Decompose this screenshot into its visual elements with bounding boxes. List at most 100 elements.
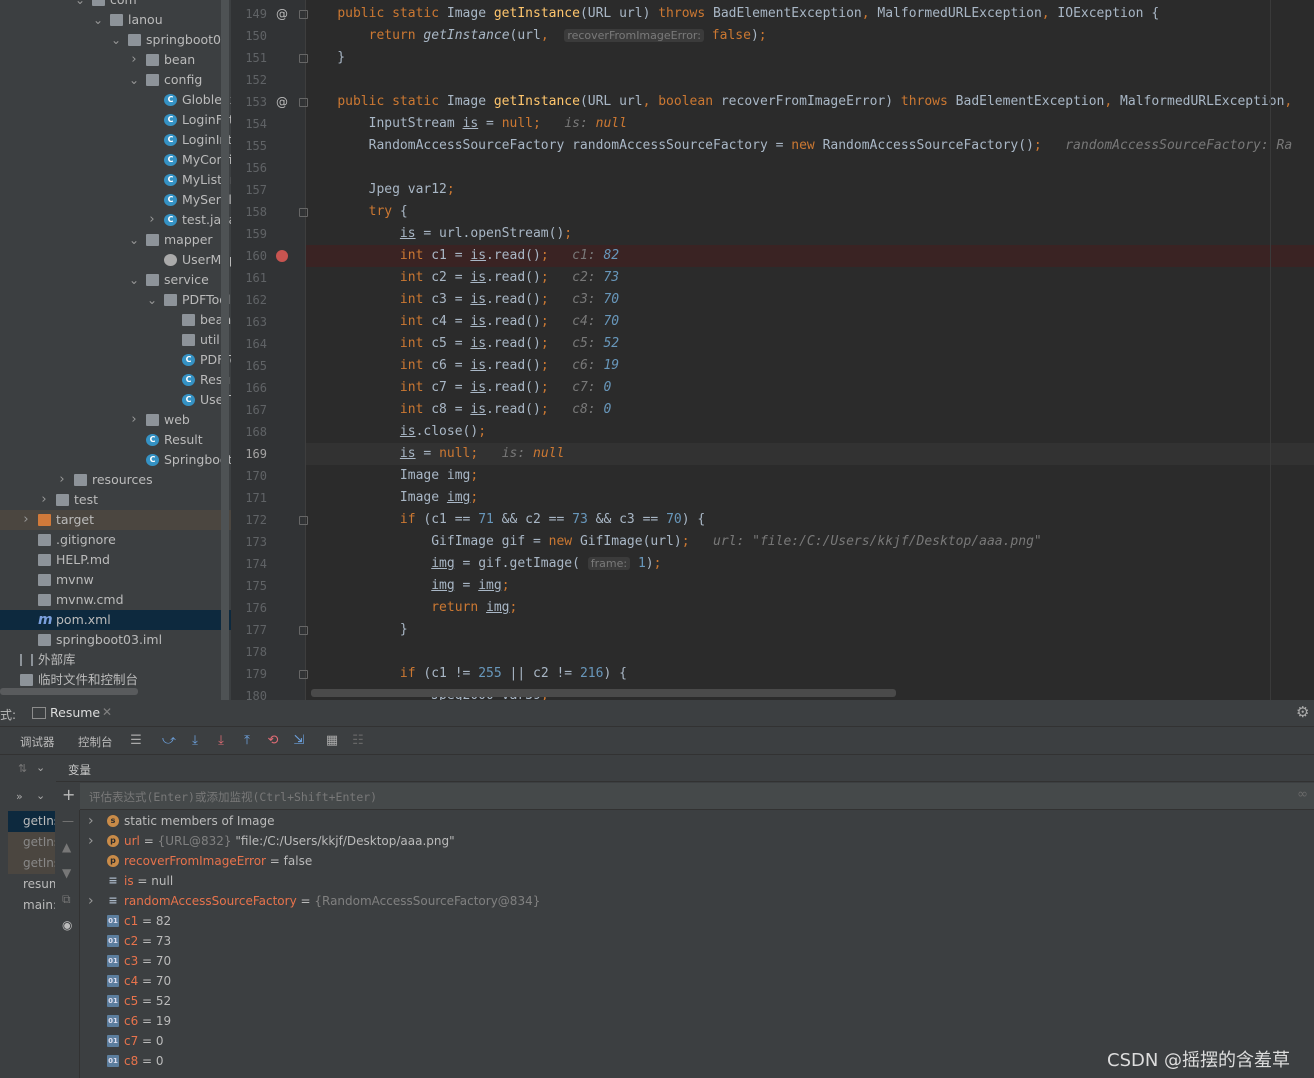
chevron-right-icon[interactable]: › [88, 811, 94, 831]
code-line[interactable] [306, 157, 1314, 179]
line-number[interactable]: 150 [231, 25, 267, 47]
editor-h-scrollbar[interactable] [311, 689, 896, 697]
override-marker-icon[interactable]: @ [275, 3, 289, 25]
close-tab-icon[interactable]: ✕ [102, 705, 112, 719]
line-number[interactable]: 167 [231, 399, 267, 421]
variable-row[interactable]: 01 c6 = 19 [80, 1011, 1314, 1031]
tree-item[interactable]: .gitignore [0, 530, 231, 550]
tree-item[interactable]: › test [0, 490, 231, 510]
tree-item[interactable]: ⌄ springboot03 [0, 30, 231, 50]
fold-marker-icon[interactable] [299, 208, 308, 217]
code-line[interactable]: int c1 = is.read(); c1: 82 [306, 245, 1314, 267]
chevron-down-icon[interactable]: ⌄ [36, 789, 45, 802]
run-to-cursor-icon[interactable]: ⇲ [291, 733, 307, 748]
tree-item[interactable]: CPDFTool [0, 350, 231, 370]
tree-item[interactable]: ⌄ service [0, 270, 231, 290]
tree-item[interactable]: ⌄ mapper [0, 230, 231, 250]
tab-debugger[interactable]: 调试器 [20, 734, 55, 750]
stack-frame[interactable]: getIns [8, 853, 55, 874]
line-number[interactable]: 156 [231, 157, 267, 179]
chevron-right-icon[interactable]: › [128, 50, 140, 70]
line-number[interactable]: 157 [231, 179, 267, 201]
tree-item[interactable]: ⌄ PDFTool [0, 290, 231, 310]
tree-item[interactable]: CMyListener [0, 170, 231, 190]
tree-item[interactable]: mvnw [0, 570, 231, 590]
code-line[interactable]: img = img; [306, 575, 1314, 597]
tree-item[interactable]: › web [0, 410, 231, 430]
variable-row[interactable]: › ≡ randomAccessSourceFactory = {RandomAcc… [80, 891, 1314, 911]
tree-item[interactable]: ⌄ config [0, 70, 231, 90]
code-line[interactable]: is.close(); [306, 421, 1314, 443]
line-number[interactable]: 169 [231, 443, 267, 465]
chevron-down-icon[interactable]: ⌄ [128, 70, 140, 90]
stack-frame[interactable]: getIns [8, 832, 55, 853]
override-marker-icon[interactable]: @ [275, 91, 289, 113]
line-number[interactable]: 173 [231, 531, 267, 553]
tree-item[interactable]: CLoginFilter [0, 110, 231, 130]
tree-item[interactable]: CResume [0, 370, 231, 390]
tree-item[interactable]: mvnw.cmd [0, 590, 231, 610]
variable-row[interactable]: › s static members of Image [80, 811, 1314, 831]
fold-marker-icon[interactable] [299, 10, 308, 19]
project-tree-h-scrollbar[interactable] [0, 688, 138, 695]
fold-marker-icon[interactable] [299, 626, 308, 635]
code-line[interactable] [306, 69, 1314, 91]
tab-console[interactable]: 控制台 [78, 734, 113, 750]
move-down-icon[interactable]: ▼ [62, 866, 71, 880]
watch-glasses-icon[interactable]: ∞ [1297, 787, 1308, 802]
evaluate-expression-icon[interactable]: ▦ [324, 733, 340, 748]
chevron-right-icon[interactable]: › [38, 490, 50, 510]
line-number[interactable]: 174 [231, 553, 267, 575]
tree-item[interactable]: bean [0, 310, 231, 330]
tree-item[interactable]: › Ctest.java [0, 210, 231, 230]
gear-icon[interactable]: ⚙ [1296, 703, 1309, 721]
filter-icon[interactable]: ⇅ [18, 762, 27, 775]
step-out-icon[interactable]: ⤒ [239, 733, 255, 748]
code-line[interactable]: InputStream is = null; is: null [306, 113, 1314, 135]
code-line[interactable]: if (c1 != 255 || c2 != 216) { [306, 663, 1314, 685]
tree-item[interactable]: C Result [0, 430, 231, 450]
remove-watch-icon[interactable]: — [62, 814, 74, 828]
code-editor[interactable]: Jpeg2000 var39; if (c1 != 255 || c2 != 2… [306, 0, 1314, 700]
code-line[interactable]: try { [306, 201, 1314, 223]
trace-icon[interactable]: ☷ [350, 733, 366, 748]
code-line[interactable]: is = null; is: null [306, 443, 1314, 465]
tree-item[interactable]: › target [0, 510, 231, 530]
code-line[interactable]: } [306, 619, 1314, 641]
line-number[interactable]: 170 [231, 465, 267, 487]
variable-row[interactable]: 01 c2 = 73 [80, 931, 1314, 951]
line-number[interactable]: 158 [231, 201, 267, 223]
tree-item[interactable]: UserMappe [0, 250, 231, 270]
code-line[interactable]: int c6 = is.read(); c6: 19 [306, 355, 1314, 377]
line-number[interactable]: 155 [231, 135, 267, 157]
code-line[interactable]: } [306, 47, 1314, 69]
drop-frame-icon[interactable]: ⟲ [265, 733, 281, 748]
line-number[interactable]: 154 [231, 113, 267, 135]
code-line[interactable]: Image img; [306, 465, 1314, 487]
variable-row[interactable]: ≡ is = null [80, 871, 1314, 891]
chevron-right-icon[interactable]: › [88, 891, 94, 911]
line-number[interactable]: 163 [231, 311, 267, 333]
code-line[interactable]: int c4 = is.read(); c4: 70 [306, 311, 1314, 333]
project-tree-scrollbar[interactable] [221, 0, 229, 700]
chevron-down-icon[interactable]: ⌄ [74, 0, 86, 10]
show-execution-point-icon[interactable]: ⤻ [161, 733, 177, 748]
chevron-right-icon[interactable]: › [128, 410, 140, 430]
tree-item[interactable]: CUserTem [0, 390, 231, 410]
tree-item[interactable]: 临时文件和控制台 [0, 670, 231, 690]
run-config-tab[interactable]: Resume [50, 705, 100, 720]
add-watch-icon[interactable]: + [62, 785, 75, 804]
stack-frame[interactable]: getIns [8, 811, 55, 832]
code-line[interactable]: if (c1 == 71 && c2 == 73 && c3 == 70) { [306, 509, 1314, 531]
line-number[interactable]: 149 [231, 3, 267, 25]
code-line[interactable]: return img; [306, 597, 1314, 619]
copy-icon[interactable]: ⧉ [62, 892, 71, 907]
tree-item[interactable]: CLoginInterce [0, 130, 231, 150]
tree-item[interactable]: CSpringboot03A [0, 450, 231, 470]
code-line[interactable]: Image img; [306, 487, 1314, 509]
fold-marker-icon[interactable] [299, 98, 308, 107]
eye-icon[interactable]: ◉ [62, 918, 72, 932]
line-number[interactable]: 175 [231, 575, 267, 597]
more-icon[interactable]: » [16, 790, 23, 803]
tree-item[interactable]: 外部库 [0, 650, 231, 670]
